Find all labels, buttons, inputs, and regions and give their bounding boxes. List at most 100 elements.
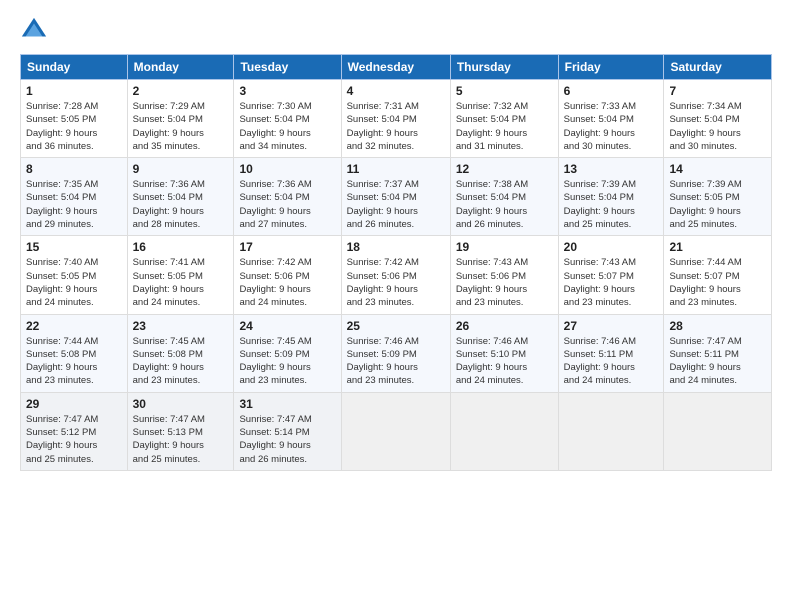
empty-cell [341, 392, 450, 470]
weekday-header-row: SundayMondayTuesdayWednesdayThursdayFrid… [21, 55, 772, 80]
day-cell-11: 11 Sunrise: 7:37 AM Sunset: 5:04 PM Dayl… [341, 158, 450, 236]
day-cell-27: 27 Sunrise: 7:46 AM Sunset: 5:11 PM Dayl… [558, 314, 664, 392]
day-info: Sunrise: 7:46 AM Sunset: 5:10 PM Dayligh… [456, 335, 553, 388]
day-number: 12 [456, 162, 553, 176]
day-info: Sunrise: 7:44 AM Sunset: 5:08 PM Dayligh… [26, 335, 122, 388]
day-info: Sunrise: 7:28 AM Sunset: 5:05 PM Dayligh… [26, 100, 122, 153]
day-cell-9: 9 Sunrise: 7:36 AM Sunset: 5:04 PM Dayli… [127, 158, 234, 236]
day-cell-10: 10 Sunrise: 7:36 AM Sunset: 5:04 PM Dayl… [234, 158, 341, 236]
day-number: 14 [669, 162, 766, 176]
day-cell-13: 13 Sunrise: 7:39 AM Sunset: 5:04 PM Dayl… [558, 158, 664, 236]
day-cell-14: 14 Sunrise: 7:39 AM Sunset: 5:05 PM Dayl… [664, 158, 772, 236]
day-cell-22: 22 Sunrise: 7:44 AM Sunset: 5:08 PM Dayl… [21, 314, 128, 392]
logo-icon [20, 16, 48, 44]
day-number: 21 [669, 240, 766, 254]
day-info: Sunrise: 7:30 AM Sunset: 5:04 PM Dayligh… [239, 100, 335, 153]
weekday-header-sunday: Sunday [21, 55, 128, 80]
day-info: Sunrise: 7:44 AM Sunset: 5:07 PM Dayligh… [669, 256, 766, 309]
day-info: Sunrise: 7:43 AM Sunset: 5:06 PM Dayligh… [456, 256, 553, 309]
day-info: Sunrise: 7:35 AM Sunset: 5:04 PM Dayligh… [26, 178, 122, 231]
day-cell-5: 5 Sunrise: 7:32 AM Sunset: 5:04 PM Dayli… [450, 80, 558, 158]
day-cell-1: 1 Sunrise: 7:28 AM Sunset: 5:05 PM Dayli… [21, 80, 128, 158]
day-number: 16 [133, 240, 229, 254]
day-cell-12: 12 Sunrise: 7:38 AM Sunset: 5:04 PM Dayl… [450, 158, 558, 236]
week-row-3: 15 Sunrise: 7:40 AM Sunset: 5:05 PM Dayl… [21, 236, 772, 314]
day-cell-18: 18 Sunrise: 7:42 AM Sunset: 5:06 PM Dayl… [341, 236, 450, 314]
day-cell-2: 2 Sunrise: 7:29 AM Sunset: 5:04 PM Dayli… [127, 80, 234, 158]
day-number: 3 [239, 84, 335, 98]
week-row-1: 1 Sunrise: 7:28 AM Sunset: 5:05 PM Dayli… [21, 80, 772, 158]
day-number: 8 [26, 162, 122, 176]
day-info: Sunrise: 7:37 AM Sunset: 5:04 PM Dayligh… [347, 178, 445, 231]
day-number: 30 [133, 397, 229, 411]
day-info: Sunrise: 7:32 AM Sunset: 5:04 PM Dayligh… [456, 100, 553, 153]
day-number: 11 [347, 162, 445, 176]
day-cell-6: 6 Sunrise: 7:33 AM Sunset: 5:04 PM Dayli… [558, 80, 664, 158]
day-info: Sunrise: 7:41 AM Sunset: 5:05 PM Dayligh… [133, 256, 229, 309]
empty-cell [664, 392, 772, 470]
week-row-4: 22 Sunrise: 7:44 AM Sunset: 5:08 PM Dayl… [21, 314, 772, 392]
day-number: 19 [456, 240, 553, 254]
day-cell-3: 3 Sunrise: 7:30 AM Sunset: 5:04 PM Dayli… [234, 80, 341, 158]
weekday-header-friday: Friday [558, 55, 664, 80]
day-number: 25 [347, 319, 445, 333]
empty-cell [450, 392, 558, 470]
day-cell-4: 4 Sunrise: 7:31 AM Sunset: 5:04 PM Dayli… [341, 80, 450, 158]
day-cell-16: 16 Sunrise: 7:41 AM Sunset: 5:05 PM Dayl… [127, 236, 234, 314]
day-number: 15 [26, 240, 122, 254]
day-number: 9 [133, 162, 229, 176]
empty-cell [558, 392, 664, 470]
day-info: Sunrise: 7:47 AM Sunset: 5:13 PM Dayligh… [133, 413, 229, 466]
day-number: 1 [26, 84, 122, 98]
day-info: Sunrise: 7:31 AM Sunset: 5:04 PM Dayligh… [347, 100, 445, 153]
day-info: Sunrise: 7:38 AM Sunset: 5:04 PM Dayligh… [456, 178, 553, 231]
week-row-5: 29 Sunrise: 7:47 AM Sunset: 5:12 PM Dayl… [21, 392, 772, 470]
day-number: 29 [26, 397, 122, 411]
day-cell-31: 31 Sunrise: 7:47 AM Sunset: 5:14 PM Dayl… [234, 392, 341, 470]
day-info: Sunrise: 7:42 AM Sunset: 5:06 PM Dayligh… [239, 256, 335, 309]
day-number: 13 [564, 162, 659, 176]
day-number: 31 [239, 397, 335, 411]
day-info: Sunrise: 7:40 AM Sunset: 5:05 PM Dayligh… [26, 256, 122, 309]
day-cell-25: 25 Sunrise: 7:46 AM Sunset: 5:09 PM Dayl… [341, 314, 450, 392]
week-row-2: 8 Sunrise: 7:35 AM Sunset: 5:04 PM Dayli… [21, 158, 772, 236]
day-info: Sunrise: 7:36 AM Sunset: 5:04 PM Dayligh… [133, 178, 229, 231]
day-number: 6 [564, 84, 659, 98]
calendar: SundayMondayTuesdayWednesdayThursdayFrid… [20, 54, 772, 471]
day-info: Sunrise: 7:36 AM Sunset: 5:04 PM Dayligh… [239, 178, 335, 231]
day-info: Sunrise: 7:46 AM Sunset: 5:09 PM Dayligh… [347, 335, 445, 388]
day-number: 27 [564, 319, 659, 333]
day-number: 17 [239, 240, 335, 254]
page: SundayMondayTuesdayWednesdayThursdayFrid… [0, 0, 792, 481]
day-info: Sunrise: 7:39 AM Sunset: 5:05 PM Dayligh… [669, 178, 766, 231]
day-number: 7 [669, 84, 766, 98]
day-number: 18 [347, 240, 445, 254]
day-info: Sunrise: 7:47 AM Sunset: 5:12 PM Dayligh… [26, 413, 122, 466]
day-number: 22 [26, 319, 122, 333]
weekday-header-thursday: Thursday [450, 55, 558, 80]
day-number: 4 [347, 84, 445, 98]
day-number: 10 [239, 162, 335, 176]
day-number: 2 [133, 84, 229, 98]
day-cell-26: 26 Sunrise: 7:46 AM Sunset: 5:10 PM Dayl… [450, 314, 558, 392]
day-info: Sunrise: 7:39 AM Sunset: 5:04 PM Dayligh… [564, 178, 659, 231]
day-cell-7: 7 Sunrise: 7:34 AM Sunset: 5:04 PM Dayli… [664, 80, 772, 158]
day-cell-21: 21 Sunrise: 7:44 AM Sunset: 5:07 PM Dayl… [664, 236, 772, 314]
day-info: Sunrise: 7:42 AM Sunset: 5:06 PM Dayligh… [347, 256, 445, 309]
day-info: Sunrise: 7:45 AM Sunset: 5:08 PM Dayligh… [133, 335, 229, 388]
day-cell-20: 20 Sunrise: 7:43 AM Sunset: 5:07 PM Dayl… [558, 236, 664, 314]
day-number: 23 [133, 319, 229, 333]
day-info: Sunrise: 7:33 AM Sunset: 5:04 PM Dayligh… [564, 100, 659, 153]
day-cell-17: 17 Sunrise: 7:42 AM Sunset: 5:06 PM Dayl… [234, 236, 341, 314]
day-cell-30: 30 Sunrise: 7:47 AM Sunset: 5:13 PM Dayl… [127, 392, 234, 470]
weekday-header-tuesday: Tuesday [234, 55, 341, 80]
weekday-header-saturday: Saturday [664, 55, 772, 80]
day-info: Sunrise: 7:34 AM Sunset: 5:04 PM Dayligh… [669, 100, 766, 153]
day-info: Sunrise: 7:43 AM Sunset: 5:07 PM Dayligh… [564, 256, 659, 309]
day-cell-19: 19 Sunrise: 7:43 AM Sunset: 5:06 PM Dayl… [450, 236, 558, 314]
day-cell-28: 28 Sunrise: 7:47 AM Sunset: 5:11 PM Dayl… [664, 314, 772, 392]
day-number: 5 [456, 84, 553, 98]
logo [20, 16, 52, 44]
day-number: 26 [456, 319, 553, 333]
day-number: 28 [669, 319, 766, 333]
